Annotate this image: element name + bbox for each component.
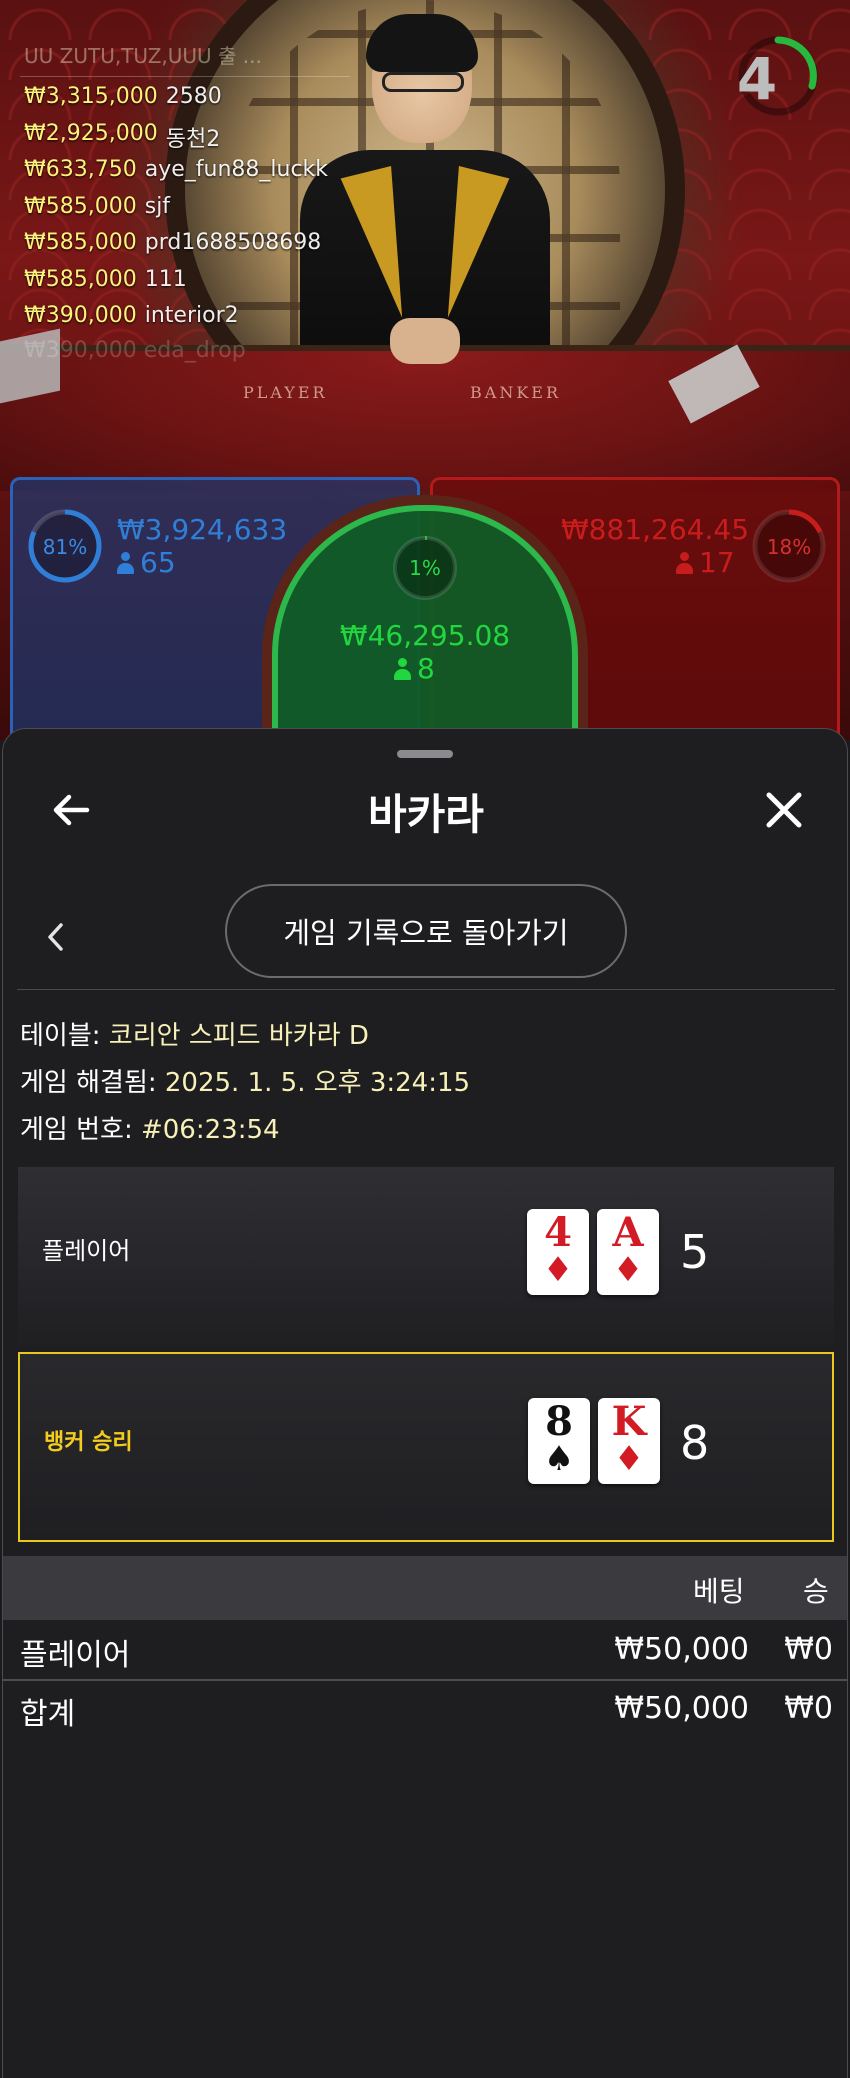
- sheet-title: 바카라: [368, 790, 484, 839]
- diamond-suit-icon: ♦: [613, 1439, 645, 1479]
- leaderboard-faded-row: ₩390,000 eda_drop: [24, 338, 246, 363]
- tie-total-amount: ₩46,295.08: [339, 619, 511, 652]
- banker-total-amount: ₩881,264.45: [561, 513, 750, 546]
- row-win-amount: ₩0: [784, 1632, 833, 1667]
- leaderboard-row: ₩390,000 interior2: [24, 303, 364, 340]
- table-row: 플레이어 ₩50,000 ₩0: [3, 1622, 847, 1678]
- card-rank: 8: [545, 1398, 573, 1445]
- playing-card: 8 ♠: [528, 1398, 590, 1484]
- player-bettor-count: 65: [117, 546, 176, 579]
- sheet-drag-handle[interactable]: [397, 750, 453, 758]
- leader-amount: ₩585,000: [24, 193, 137, 219]
- game-number-value: #06:23:54: [140, 1115, 280, 1145]
- tie-percent: 1%: [409, 556, 441, 580]
- leader-amount: ₩390,000: [24, 303, 137, 328]
- resolved-label: 게임 해결됨:: [20, 1068, 165, 1098]
- leaderboard-row: ₩2,925,000 동천2: [24, 121, 364, 158]
- player-percent: 81%: [42, 535, 88, 559]
- dealer-hands: [390, 318, 460, 364]
- row-bet-type: 합계: [20, 1697, 76, 1732]
- leaderboard-row: ₩585,000 prd1688508698: [24, 230, 364, 267]
- card-rank: K: [611, 1398, 647, 1445]
- leaderboard-divider: [20, 76, 350, 77]
- row-bet-type: 플레이어: [20, 1638, 131, 1673]
- table-row-total: 합계 ₩50,000 ₩0: [3, 1679, 847, 1737]
- dealer-hair: [366, 14, 478, 72]
- chevron-left-icon[interactable]: [41, 917, 71, 957]
- bets-table-header: 베팅 승: [3, 1556, 847, 1620]
- player-hand-row: 플레이어 4 ♦ A ♦ 5: [18, 1167, 834, 1347]
- leader-name: prd1688508698: [144, 230, 322, 255]
- felt-player-label: PLAYER: [243, 383, 328, 402]
- tie-count-value: 8: [417, 652, 435, 685]
- banker-hand-score: 8: [680, 1416, 710, 1470]
- leaderboard-row: ₩633,750 aye_fun88_luckk: [24, 157, 364, 194]
- col-head-bet: 베팅: [693, 1575, 745, 1608]
- person-icon: [676, 551, 693, 574]
- back-to-history-button[interactable]: 게임 기록으로 돌아가기: [225, 884, 627, 978]
- row-win-amount: ₩0: [784, 1691, 833, 1726]
- playing-card: K ♦: [598, 1398, 660, 1484]
- leader-amount: ₩585,000: [24, 230, 137, 255]
- game-number-label: 게임 번호:: [20, 1115, 141, 1145]
- table-value: 코리안 스피드 바카라 D: [108, 1021, 369, 1051]
- leader-name: interior2: [144, 303, 239, 328]
- resolved-value: 2025. 1. 5. 오후 3:24:15: [164, 1068, 471, 1098]
- game-number-info: 게임 번호: #06:23:54: [20, 1109, 280, 1146]
- leaderboard-row: ₩3,315,000 2580: [24, 84, 364, 121]
- leader-amount: ₩3,315,000: [24, 84, 158, 109]
- leader-amount: ₩2,925,000: [24, 120, 158, 146]
- person-icon: [117, 551, 134, 574]
- leaderboard: ₩3,315,000 2580 ₩2,925,000 동천2 ₩633,750 …: [24, 84, 364, 340]
- sheet-divider: [17, 989, 835, 990]
- banker-percent: 18%: [766, 535, 812, 559]
- player-total-amount: ₩3,924,633: [117, 513, 288, 546]
- leader-name: 111: [144, 266, 187, 292]
- felt-banker-label: BANKER: [470, 383, 561, 402]
- leader-name: 2580: [165, 84, 222, 109]
- live-video-feed: PLAYER BANKER UU ZUTU,TUZ,UUU 출 ... ₩3,3…: [0, 0, 850, 740]
- row-bet-amount: ₩50,000: [614, 1632, 749, 1667]
- card-rank: 4: [544, 1209, 572, 1256]
- leader-amount: ₩633,750: [24, 157, 137, 182]
- close-icon[interactable]: [759, 785, 809, 835]
- playing-card: 4 ♦: [527, 1209, 589, 1295]
- spade-suit-icon: ♠: [543, 1439, 575, 1479]
- player-count-value: 65: [140, 546, 176, 579]
- dealer-glasses: [382, 72, 464, 92]
- leader-name: sjf: [144, 193, 171, 219]
- leader-name: aye_fun88_luckk: [144, 157, 329, 182]
- col-head-win: 승: [803, 1575, 829, 1608]
- row-bet-amount: ₩50,000: [614, 1691, 749, 1726]
- leader-amount: ₩585,000: [24, 266, 137, 292]
- person-icon: [394, 657, 411, 680]
- game-history-sheet: 바카라 게임 기록으로 돌아가기 테이블: 코리안 스피드 바카라 D 게임 해…: [2, 728, 848, 2078]
- card-rank: A: [612, 1209, 644, 1256]
- diamond-suit-icon: ♦: [612, 1250, 644, 1290]
- player-hand-score: 5: [680, 1225, 710, 1279]
- banker-win-label: 뱅커 승리: [44, 1430, 133, 1455]
- tie-bettor-count: 8: [394, 652, 435, 685]
- diamond-suit-icon: ♦: [542, 1250, 574, 1290]
- player-hand-label: 플레이어: [42, 1237, 131, 1265]
- leaderboard-row: ₩585,000 sjf: [24, 194, 364, 231]
- leaderboard-row: ₩585,000 111: [24, 267, 364, 304]
- table-info: 테이블: 코리안 스피드 바카라 D: [20, 1015, 369, 1052]
- resolved-info: 게임 해결됨: 2025. 1. 5. 오후 3:24:15: [20, 1062, 470, 1099]
- countdown-timer-value: 4: [736, 45, 778, 113]
- leaderboard-partial-row: UU ZUTU,TUZ,UUU 출 ...: [24, 44, 262, 68]
- banker-hand-row: 뱅커 승리 8 ♠ K ♦ 8: [18, 1352, 834, 1542]
- playing-card: A ♦: [597, 1209, 659, 1295]
- banker-count-value: 17: [699, 546, 735, 579]
- table-label: 테이블:: [20, 1021, 109, 1051]
- banker-bettor-count: 17: [676, 546, 735, 579]
- leader-name: 동천2: [165, 126, 221, 152]
